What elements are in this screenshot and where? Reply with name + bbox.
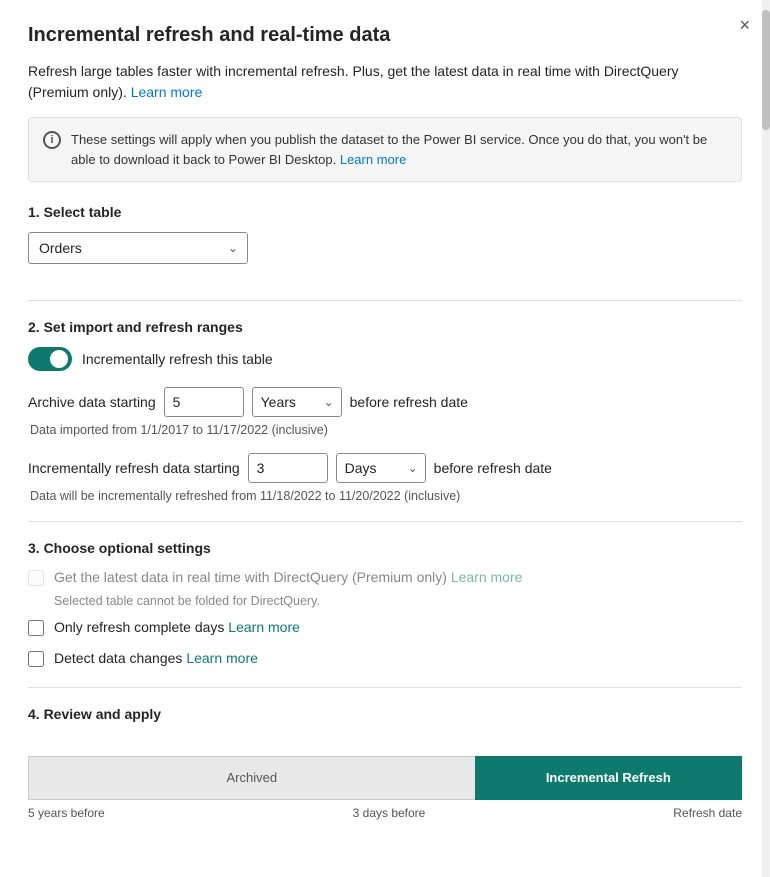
realtime-option-row: Get the latest data in real time with Di… (28, 568, 742, 588)
toggle-row: Incrementally refresh this table (28, 347, 742, 371)
info-icon: i (43, 131, 61, 149)
realtime-label: Get the latest data in real time with Di… (54, 568, 522, 588)
archive-unit-select[interactable]: Years Months Days (252, 387, 342, 417)
bar-label-middle: 3 days before (353, 806, 426, 820)
intro-paragraph: Refresh large tables faster with increme… (28, 61, 742, 103)
bar-labels-row: 5 years before 3 days before Refresh dat… (28, 800, 742, 820)
archive-suffix: before refresh date (350, 394, 468, 410)
archive-value-input[interactable] (164, 387, 244, 417)
section1-title: 1. Select table (28, 204, 742, 220)
divider-1 (28, 300, 742, 301)
archive-prefix: Archive data starting (28, 394, 156, 410)
scrollbar-thumb (762, 10, 770, 130)
incremental-toggle[interactable] (28, 347, 72, 371)
archived-bar[interactable]: Archived (28, 756, 475, 800)
dialog-title: Incremental refresh and real-time data (28, 24, 742, 47)
archive-unit-wrapper: Years Months Days ⌄ (252, 387, 342, 417)
complete-days-option-row: Only refresh complete days Learn more (28, 618, 742, 638)
realtime-disabled-note: Selected table cannot be folded for Dire… (54, 594, 742, 608)
intro-learn-more-link[interactable]: Learn more (131, 84, 203, 100)
incremental-info: Data will be incrementally refreshed fro… (30, 489, 742, 503)
incremental-refresh-dialog: × Incremental refresh and real-time data… (0, 0, 770, 877)
section4-title: 4. Review and apply (28, 706, 742, 722)
complete-days-label: Only refresh complete days Learn more (54, 618, 300, 638)
table-select-wrapper: Orders Customers Products Sales ⌄ (28, 232, 248, 264)
incremental-suffix: before refresh date (434, 460, 552, 476)
incremental-row: Incrementally refresh data starting Days… (28, 453, 742, 483)
bar-label-left: 5 years before (28, 806, 105, 820)
incremental-unit-wrapper: Days Months Years ⌄ (336, 453, 426, 483)
info-learn-more-link[interactable]: Learn more (340, 152, 406, 167)
review-chart: Archived Incremental Refresh (28, 738, 742, 800)
section4: 4. Review and apply Archived Incremental… (28, 706, 742, 820)
close-button[interactable]: × (733, 14, 756, 36)
incremental-prefix: Incrementally refresh data starting (28, 460, 240, 476)
incremental-unit-select[interactable]: Days Months Years (336, 453, 426, 483)
archive-row: Archive data starting Years Months Days … (28, 387, 742, 417)
complete-days-learn-more-link[interactable]: Learn more (228, 619, 300, 635)
incremental-value-input[interactable] (248, 453, 328, 483)
table-select[interactable]: Orders Customers Products Sales (28, 232, 248, 264)
detect-changes-option-row: Detect data changes Learn more (28, 649, 742, 669)
info-box-text: These settings will apply when you publi… (71, 130, 727, 169)
detect-changes-label: Detect data changes Learn more (54, 649, 258, 669)
detect-changes-learn-more-link[interactable]: Learn more (186, 650, 258, 666)
section3-title: 3. Choose optional settings (28, 540, 742, 556)
complete-days-checkbox[interactable] (28, 620, 44, 636)
info-box: i These settings will apply when you pub… (28, 117, 742, 182)
realtime-checkbox[interactable] (28, 570, 44, 586)
toggle-label: Incrementally refresh this table (82, 351, 273, 367)
scrollbar[interactable] (762, 0, 770, 877)
divider-3 (28, 687, 742, 688)
section2-title: 2. Set import and refresh ranges (28, 319, 742, 335)
detect-changes-checkbox[interactable] (28, 651, 44, 667)
toggle-slider (28, 347, 72, 371)
archive-info: Data imported from 1/1/2017 to 11/17/202… (30, 423, 742, 437)
incremental-bar[interactable]: Incremental Refresh (475, 756, 742, 800)
bar-label-right: Refresh date (673, 806, 742, 820)
realtime-learn-more-link[interactable]: Learn more (451, 569, 523, 585)
divider-2 (28, 521, 742, 522)
bottom-padding (28, 820, 742, 844)
